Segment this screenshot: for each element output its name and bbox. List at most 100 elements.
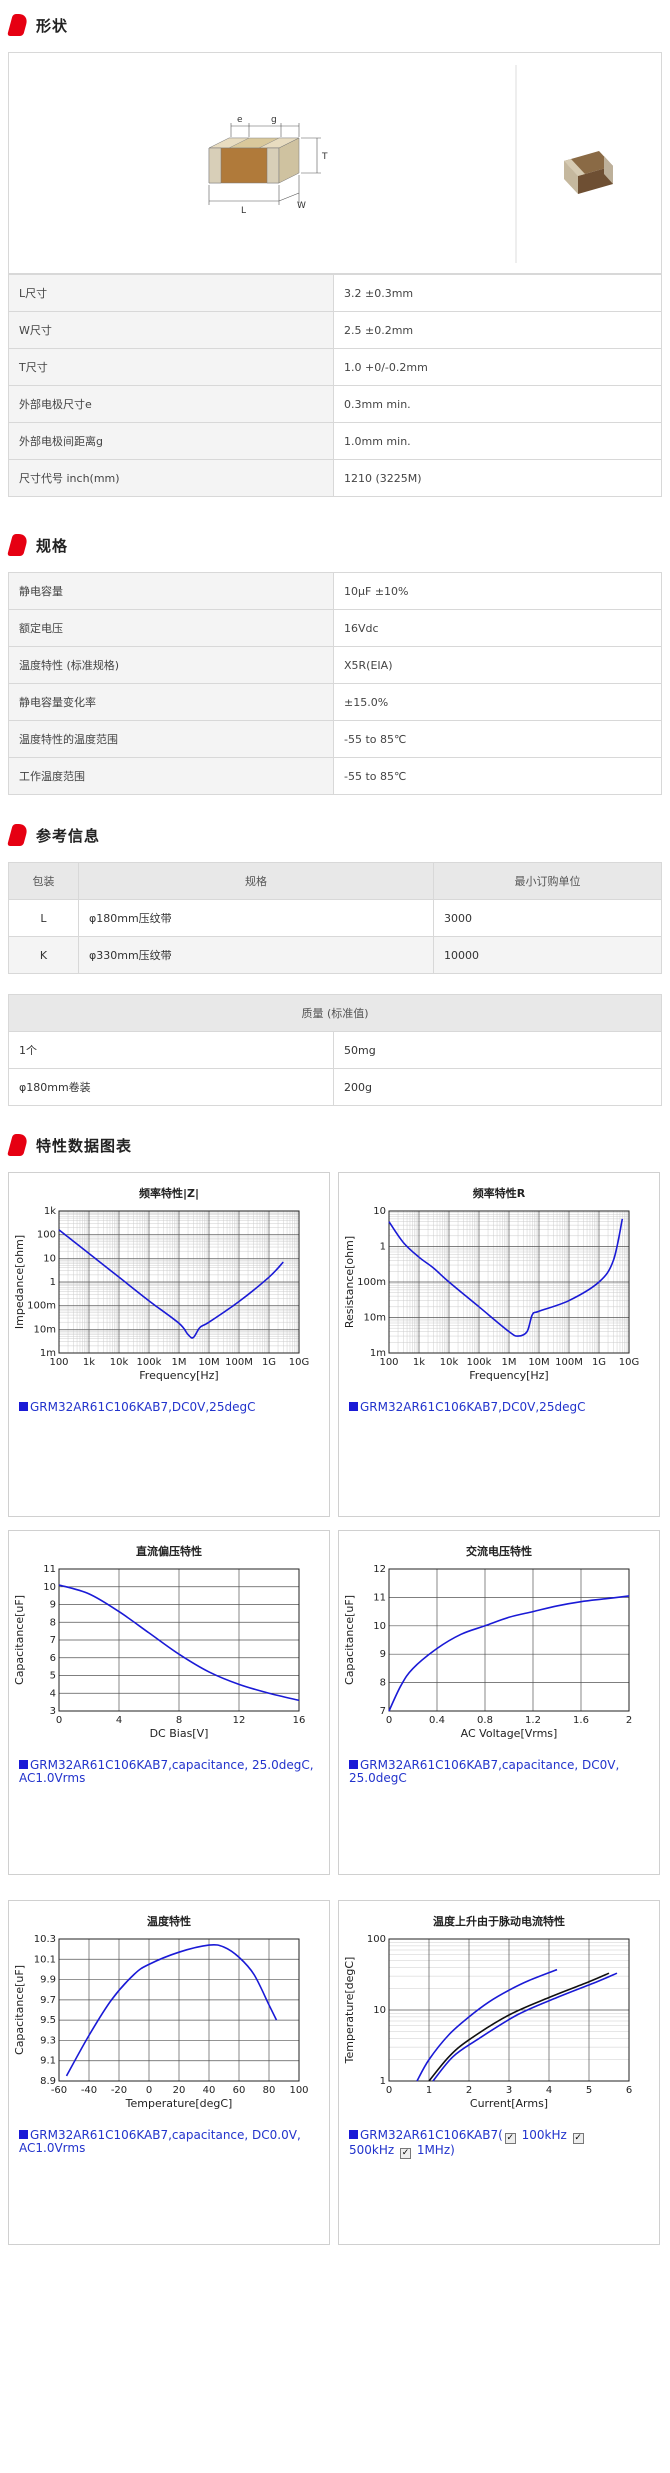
x-tick-label: 100M (225, 1357, 253, 1368)
x-tick-label: 100M (555, 1357, 583, 1368)
packaging-table: 包装 规格 最小订购单位 L φ180mm压纹带 3000 K φ330mm压纹… (8, 862, 662, 974)
section-header-shape: 形状 (7, 10, 68, 40)
table-row: 温度特性的温度范围 -55 to 85℃ (8, 720, 662, 758)
x-tick-label: 5 (586, 2085, 592, 2096)
legend-label: GRM32AR61C106KAB7,capacitance, DC0V, 25.… (349, 1758, 620, 1785)
legend-swatch (349, 1402, 358, 1411)
x-axis-label: DC Bias[V] (150, 1727, 209, 1740)
x-tick-label: 1M (502, 1357, 517, 1368)
spec-value: -55 to 85℃ (333, 757, 662, 795)
table-cell: K (8, 936, 79, 974)
plot-frame (388, 1568, 630, 1712)
table-row: 温度特性 (标准规格) X5R(EIA) (8, 646, 662, 684)
chart-impedance: 频率特性|Z| 100 1k 10k 100k 1M 10M 100M 1G 10G 1m 10m 1… (8, 1172, 330, 1517)
chip-photo (564, 151, 613, 194)
spec-value: 1210 (3225M) (333, 459, 662, 497)
legend-label: 1MHz) (413, 2143, 455, 2157)
column-header: 质量 (标准值) (8, 994, 662, 1032)
x-axis-label: Frequency[Hz] (469, 1369, 548, 1382)
y-tick-label: 100m (357, 1277, 386, 1288)
chart-title: 温度上升由于脉动电流特性 (433, 1915, 565, 1928)
y-axis-label: Impedance[ohm] (13, 1235, 26, 1329)
spec-key: 额定电压 (8, 609, 334, 647)
column-header: 包装 (8, 862, 79, 900)
y-tick-label: 12 (373, 1564, 386, 1575)
table-cell: 1个 (8, 1031, 334, 1069)
x-axis-label: Frequency[Hz] (139, 1369, 218, 1382)
spec-value: 2.5 ±0.2mm (333, 311, 662, 349)
dim-label-w: W (297, 201, 306, 211)
spec-key: 静电容量变化率 (8, 683, 334, 721)
legend-swatch (19, 2130, 28, 2139)
spec-key: 尺寸代号 inch(mm) (8, 459, 334, 497)
chart-legend: GRM32AR61C106KAB7,capacitance, DC0.0V, A… (19, 2129, 319, 2155)
x-tick-label: 12 (233, 1715, 246, 1726)
table-row: L φ180mm压纹带 3000 (8, 899, 662, 937)
y-tick-label: 3 (50, 1706, 56, 1717)
x-tick-label: 4 (116, 1715, 122, 1726)
legend-label: GRM32AR61C106KAB7,capacitance, 25.0degC,… (19, 1758, 314, 1785)
chart-resistance: 频率特性R 100 1k 10k 100k 1M 10M 100M 1G 10G 1m 10m 100… (338, 1172, 660, 1517)
spec-value: -55 to 85℃ (333, 720, 662, 758)
section-marker-icon (7, 824, 29, 846)
y-tick-label: 9.1 (40, 2056, 56, 2067)
table-cell: 200g (333, 1068, 662, 1106)
section-title: 规格 (36, 536, 69, 555)
chart-svg: 0 0.4 0.8 1.2 1.6 2 7 8 9 10 11 12 AC Voltage[Vrms] C… (343, 1564, 632, 1740)
spec-key: 静电容量 (8, 572, 334, 610)
x-tick-label: 60 (233, 2085, 246, 2096)
section-marker-icon (7, 1134, 29, 1156)
x-tick-label: 2 (466, 2085, 472, 2096)
series-line-100kHz (416, 1968, 558, 2082)
x-axis-label: AC Voltage[Vrms] (461, 1727, 558, 1740)
x-tick-label: 0.8 (477, 1715, 493, 1726)
legend-label: GRM32AR61C106KAB7,DC0V,25degC (30, 1400, 256, 1414)
x-tick-label: 1M (172, 1357, 187, 1368)
spec-key: W尺寸 (8, 311, 334, 349)
spec-key: L尺寸 (8, 274, 334, 312)
chart-legend: GRM32AR61C106KAB7,DC0V,25degC (19, 1401, 319, 1414)
table-row: 额定电压 16Vdc (8, 609, 662, 647)
y-tick-label: 7 (380, 1706, 386, 1717)
legend-swatch (19, 1760, 28, 1769)
chart-title: 直流偏压特性 (136, 1545, 202, 1558)
table-row: 外部电极间距离g 1.0mm min. (8, 422, 662, 460)
y-tick-label: 5 (50, 1671, 56, 1682)
checkbox-500khz-leading[interactable]: ✓ (572, 2133, 584, 2144)
table-header-row: 包装 规格 最小订购单位 (8, 862, 662, 900)
checkbox-1mhz[interactable]: ✓ (400, 2148, 411, 2159)
chart-temperature: 温度特性 -60 -40 -20 0 20 40 60 80 100 8.9 9.1 9.3 9.5 9.… (8, 1900, 330, 2245)
section-marker-icon (7, 14, 29, 36)
x-tick-label: 1k (413, 1357, 425, 1368)
spec-key: 温度特性的温度范围 (8, 720, 334, 758)
x-axis-label: Temperature[degC] (125, 2097, 233, 2110)
table-row: K φ330mm压纹带 10000 (8, 936, 662, 974)
shape-dimension-table: L尺寸 3.2 ±0.3mm W尺寸 2.5 ±0.2mm T尺寸 1.0 +0/-0… (8, 274, 662, 497)
x-tick-label: 80 (263, 2085, 276, 2096)
y-tick-label: 10m (364, 1313, 386, 1324)
legend-label: GRM32AR61C106KAB7( (360, 2128, 503, 2142)
legend-swatch (349, 2130, 358, 2139)
x-tick-label: 4 (546, 2085, 552, 2096)
x-tick-label: -40 (81, 2085, 97, 2096)
y-tick-label: 9.3 (40, 2035, 56, 2046)
spec-value: X5R(EIA) (333, 646, 662, 684)
x-tick-label: 3 (506, 2085, 512, 2096)
checkbox-100khz[interactable]: ✓ (504, 2133, 516, 2144)
chart-ac-voltage: 交流电压特性 0 0.4 0.8 1.2 1.6 2 7 8 9 10 11 12 AC Voltage… (338, 1530, 660, 1875)
table-cell: 3000 (433, 899, 662, 937)
y-tick-label: 1 (380, 1242, 386, 1253)
y-tick-label: 10 (373, 2005, 386, 2016)
x-tick-label: 20 (173, 2085, 186, 2096)
y-tick-label: 1m (370, 1348, 386, 1359)
x-tick-label: 10k (440, 1357, 459, 1368)
spec-key: 外部电极尺寸e (8, 385, 334, 423)
legend-label: 500kHz (349, 2143, 398, 2157)
x-tick-label: 10M (198, 1357, 219, 1368)
x-tick-label: 8 (176, 1715, 182, 1726)
table-cell: φ180mm压纹带 (78, 899, 434, 937)
table-row: 1个 50mg (8, 1031, 662, 1069)
section-marker-icon (7, 534, 29, 556)
chart-title: 温度特性 (147, 1915, 191, 1928)
x-tick-label: 0 (146, 2085, 152, 2096)
